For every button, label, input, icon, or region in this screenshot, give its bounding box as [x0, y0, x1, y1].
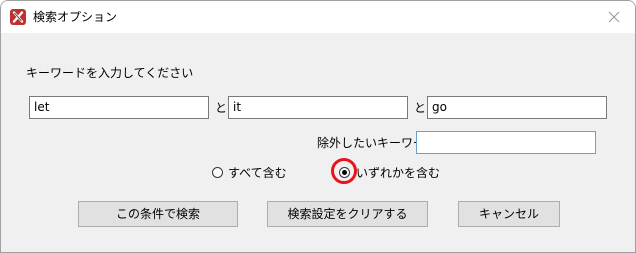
- conjunction-label-1: と: [215, 101, 228, 115]
- search-options-dialog: 検索オプション キーワードを入力してください let と it と go 除外し…: [0, 0, 636, 253]
- search-button[interactable]: この条件で検索: [78, 201, 238, 227]
- keyword-input-3[interactable]: go: [427, 96, 607, 119]
- close-icon: [608, 11, 620, 23]
- keyword-input-1[interactable]: let: [29, 96, 209, 119]
- radio-include-all-label[interactable]: すべて含む: [228, 165, 287, 181]
- radio-include-all[interactable]: [212, 167, 223, 178]
- radio-include-any-label[interactable]: いずれかを含む: [356, 165, 440, 181]
- highlight-circle: [331, 158, 357, 184]
- window-title: 検索オプション: [33, 10, 118, 24]
- exclude-keyword-input[interactable]: [416, 131, 596, 154]
- clear-settings-button[interactable]: 検索設定をクリアする: [267, 201, 428, 227]
- app-x-icon: [10, 9, 26, 25]
- keyword-input-2[interactable]: it: [228, 96, 408, 119]
- close-button[interactable]: [599, 3, 629, 31]
- conjunction-label-2: と: [414, 101, 427, 115]
- instruction-label: キーワードを入力してください: [26, 66, 194, 80]
- title-bar: 検索オプション: [1, 1, 635, 33]
- cancel-button[interactable]: キャンセル: [458, 201, 560, 227]
